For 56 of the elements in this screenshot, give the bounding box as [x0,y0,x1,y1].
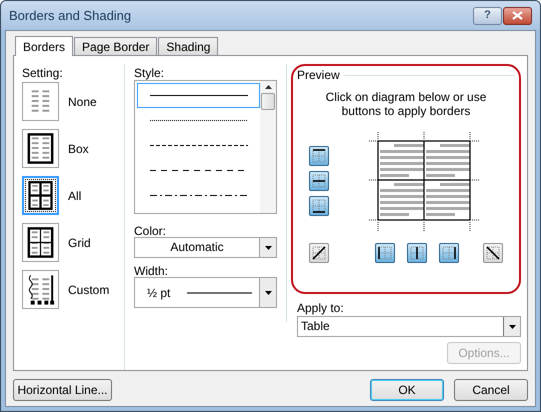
dropdown-arrow-icon [264,290,272,294]
setting-option[interactable] [22,270,59,309]
table-preview-drawing[interactable] [369,132,479,232]
dropdown-arrow-icon [508,324,516,328]
width-label: Width: [134,263,170,277]
border-toggle-button[interactable] [439,243,459,263]
border-toggle-button[interactable] [309,196,329,216]
apply-to-dropdown[interactable]: Table [297,316,521,337]
right-border-icon [440,244,458,262]
top-border-icon [310,147,328,165]
diagonal-border-icon [484,244,502,262]
setting-option[interactable] [22,176,59,215]
preview-instruction: Click on diagram below or use buttons to apply borders [324,90,488,118]
tab[interactable]: Page Border [74,37,158,55]
close-icon [512,11,523,20]
cancel-button[interactable]: Cancel [454,379,528,401]
color-dropdown[interactable]: Automatic [134,237,277,258]
setting-option-label: Box [68,140,89,158]
left-border-icon [376,244,394,262]
ok-button[interactable]: OK [370,379,444,401]
setting-label: Setting: [22,65,64,80]
inside-horizontal-border-icon [310,172,328,190]
scroll-thumb[interactable] [261,93,275,110]
color-value: Automatic [169,239,225,256]
setting-option[interactable] [22,129,59,168]
setting-option-label: Custom [68,282,110,298]
width-dropdown[interactable]: ½ pt [134,277,277,308]
style-label: Style: [134,65,166,80]
color-label: Color: [134,223,168,237]
preview-label: Preview [297,67,340,84]
setting-option[interactable] [22,223,59,262]
close-button[interactable] [503,6,532,24]
setting-option-label: All [68,188,82,204]
border-toggle-button[interactable] [309,171,329,191]
apply-to-label: Apply to: [297,300,345,314]
setting-option-label: None [68,94,97,110]
line-width-sample [187,292,252,294]
horizontal-line-button[interactable]: Horizontal Line... [13,379,112,401]
bottom-border-icon [310,197,328,215]
tab[interactable]: Borders [15,36,74,56]
window-title: Borders and Shading [9,6,132,25]
border-toggle-button[interactable] [375,243,395,263]
border-toggle-button[interactable] [309,243,329,263]
border-toggle-button[interactable] [309,146,329,166]
style-list-item[interactable] [137,83,260,108]
dropdown-arrow-icon [264,246,272,250]
apply-to-value: Table [300,318,331,335]
diagonal-border-icon [310,244,328,262]
border-toggle-button[interactable] [407,243,427,263]
width-value: ½ pt [147,284,170,302]
scroll-up-arrow-icon [264,85,272,89]
inside-vertical-border-icon [408,244,426,262]
tab[interactable]: Shading [158,37,218,55]
border-toggle-button[interactable] [483,243,503,263]
help-button[interactable]: ? [473,6,502,24]
setting-option-label: Grid [68,234,91,252]
